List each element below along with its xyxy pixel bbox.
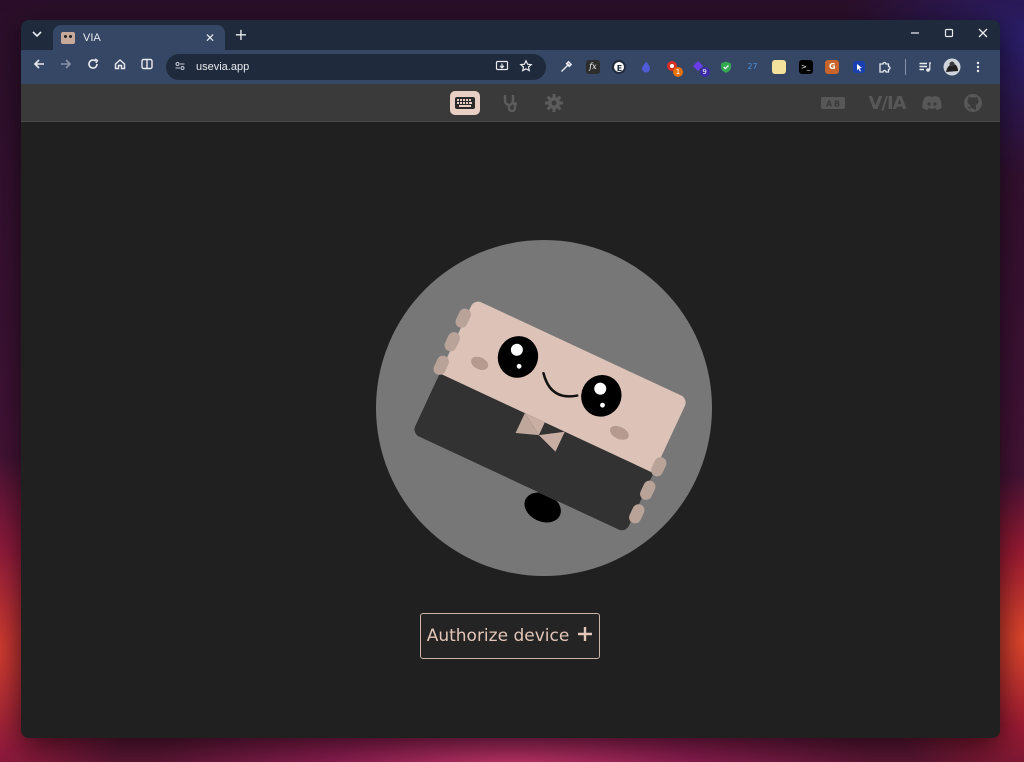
stethoscope-icon[interactable]: [495, 91, 525, 115]
svg-text:A: A: [826, 100, 833, 109]
browser-toolbar: usevia.app fx E 1 9 27 >_ G: [21, 50, 1000, 84]
more-vert-icon[interactable]: [965, 54, 992, 80]
media-queue-icon[interactable]: [912, 54, 939, 80]
authorize-device-button[interactable]: Authorize device: [420, 613, 600, 659]
keyboard-layout-icon[interactable]: AB: [818, 91, 848, 115]
chevron-down-icon[interactable]: [27, 26, 47, 46]
browser-tab[interactable]: VIA ✕: [53, 25, 225, 50]
via-logo-text: V/IA: [868, 92, 906, 114]
via-logo[interactable]: V/IA: [868, 91, 906, 115]
badge-count: 1: [672, 67, 683, 77]
app-header: AB V/IA: [21, 84, 1000, 122]
app-main: Authorize device: [21, 122, 1000, 738]
minimize-icon[interactable]: [898, 20, 932, 50]
authorize-device-label: Authorize device: [426, 626, 570, 646]
badge-red-icon[interactable]: 1: [659, 54, 686, 80]
plus-icon[interactable]: +: [231, 25, 251, 45]
star-icon[interactable]: [514, 58, 538, 76]
terminal-icon[interactable]: >_: [792, 54, 819, 80]
close-icon[interactable]: [966, 20, 1000, 50]
forward-arrow-icon[interactable]: [52, 54, 79, 81]
tab-title: VIA: [83, 31, 101, 44]
cursor-icon[interactable]: [846, 54, 873, 80]
reload-icon[interactable]: [79, 54, 106, 81]
grammarly-label: G: [825, 60, 840, 74]
svg-text:B: B: [834, 100, 840, 109]
window-controls: [898, 20, 1000, 50]
site-settings-icon[interactable]: [174, 60, 190, 75]
badge-count: 9: [699, 67, 710, 77]
profile-avatar[interactable]: [938, 54, 965, 80]
extensions-bar: fx E 1 9 27 >_ G: [553, 54, 992, 80]
via-mascot-illustration: [376, 240, 712, 576]
close-icon[interactable]: ✕: [203, 31, 217, 45]
ublock-icon[interactable]: 27: [739, 54, 766, 80]
flame-icon[interactable]: [633, 54, 660, 80]
e-label: E: [612, 60, 627, 74]
puzzle-icon[interactable]: [872, 54, 899, 80]
tab-strip: VIA ✕ +: [21, 20, 1000, 50]
github-icon[interactable]: [958, 91, 988, 115]
fx-label: fx: [585, 60, 600, 74]
badge-purple-icon[interactable]: 9: [686, 54, 713, 80]
maximize-icon[interactable]: [932, 20, 966, 50]
grammarly-icon[interactable]: G: [819, 54, 846, 80]
toolbar-divider: [904, 59, 906, 75]
e-extension-icon[interactable]: E: [606, 54, 633, 80]
eyedropper-icon[interactable]: [553, 54, 580, 80]
url-text: usevia.app: [196, 61, 250, 73]
note-icon[interactable]: [766, 54, 793, 80]
keyboard-icon[interactable]: [450, 91, 480, 115]
shield-icon[interactable]: [713, 54, 740, 80]
back-arrow-icon[interactable]: [25, 54, 52, 81]
gear-icon[interactable]: [539, 91, 569, 115]
terminal-label: >_: [798, 60, 813, 74]
install-app-icon[interactable]: [490, 59, 514, 76]
browser-window: VIA ✕ + usevia.app fx E 1 9 27 >_ G A B …: [21, 20, 1000, 738]
discord-icon[interactable]: [917, 91, 947, 115]
plus-icon: [577, 625, 593, 647]
via-keyboard-icon: [61, 31, 75, 44]
address-bar[interactable]: usevia.app: [166, 54, 546, 80]
home-icon[interactable]: [106, 54, 133, 81]
fx-icon[interactable]: fx: [580, 54, 607, 80]
ublock-label: 27: [747, 62, 758, 71]
split-view-icon[interactable]: [133, 54, 160, 81]
